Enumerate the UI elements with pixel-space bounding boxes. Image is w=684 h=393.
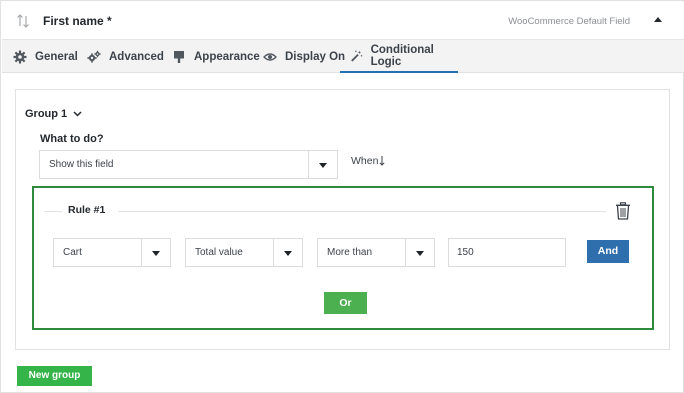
dropdown-arrow-icon (284, 251, 292, 256)
tab-label: Advanced (109, 50, 164, 63)
conditional-logic-panel: Group 1 What to do? Show this field When… (15, 89, 670, 350)
dropdown-arrow-icon (152, 251, 160, 256)
select-divider (273, 239, 274, 266)
group-label: Group 1 (25, 108, 68, 120)
rule-operator-select[interactable]: More than (317, 238, 435, 267)
what-to-do-label: What to do? (40, 133, 104, 145)
settings-tabs: General Advanced Appearance Display On C… (2, 40, 684, 73)
tab-conditional-logic[interactable]: Conditional Logic (340, 40, 458, 73)
tab-general[interactable]: General (13, 40, 78, 73)
rule-type-select[interactable]: Cart (53, 238, 171, 267)
when-label: When (351, 155, 379, 167)
paint-brush-icon (174, 50, 184, 63)
select-divider (405, 239, 406, 266)
rule-property-value: Total value (195, 247, 243, 258)
rule-divider (44, 211, 62, 212)
rule-property-select[interactable]: Total value (185, 238, 303, 267)
tab-appearance[interactable]: Appearance (172, 40, 260, 73)
rule-type-value: Cart (63, 247, 82, 258)
tab-display-on[interactable]: Display On (263, 40, 345, 73)
chevron-down-icon (73, 111, 82, 117)
tab-label: Conditional Logic (370, 43, 434, 68)
action-select-value: Show this field (49, 159, 114, 170)
dropdown-arrow-icon (416, 251, 424, 256)
add-or-rule-button[interactable]: Or (324, 292, 367, 314)
magic-wand-icon (351, 50, 363, 62)
action-select[interactable]: Show this field (39, 150, 338, 179)
when-indicator: When (351, 155, 385, 167)
field-editor-panel: First name * WooCommerce Default Field G… (0, 0, 684, 393)
tab-label: General (35, 50, 78, 63)
add-and-condition-button[interactable]: And (587, 240, 629, 263)
sort-icon[interactable] (16, 14, 30, 28)
collapse-icon[interactable] (654, 17, 662, 22)
rule-value-input[interactable]: 150 (448, 238, 566, 267)
field-header[interactable]: First name * WooCommerce Default Field (2, 2, 684, 40)
select-divider (141, 239, 142, 266)
field-title: First name * (43, 14, 112, 28)
rule-operator-value: More than (327, 247, 373, 258)
eye-icon (263, 52, 277, 61)
gears-icon (87, 50, 101, 63)
rule-card: Rule #1 Cart Total value More than 150 A… (32, 186, 654, 330)
tab-label: Display On (285, 50, 346, 63)
group-toggle[interactable]: Group 1 (25, 108, 82, 120)
field-type-label: WooCommerce Default Field (508, 16, 630, 27)
rule-title: Rule #1 (68, 204, 106, 216)
tab-label: Appearance (194, 50, 260, 63)
rule-divider (118, 211, 606, 212)
trash-icon[interactable] (615, 202, 631, 220)
tab-advanced[interactable]: Advanced (87, 40, 164, 73)
new-group-button[interactable]: New group (17, 366, 92, 386)
arrow-down-icon (379, 156, 385, 166)
select-divider (308, 151, 309, 178)
gear-icon (13, 50, 27, 63)
dropdown-arrow-icon (319, 163, 327, 168)
